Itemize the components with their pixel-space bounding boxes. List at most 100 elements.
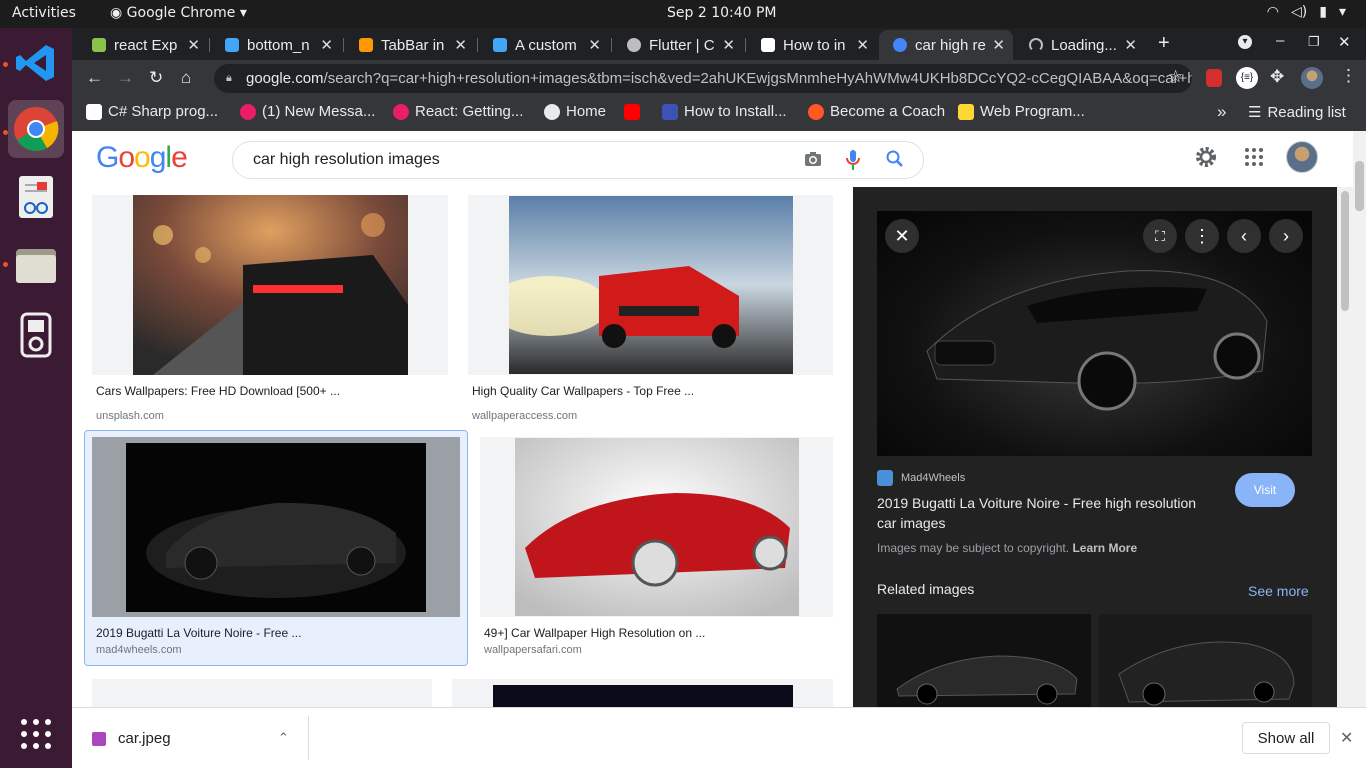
google-logo[interactable]: Google [96, 141, 188, 175]
extension-json-icon[interactable]: {≡} [1236, 67, 1258, 89]
more-options-button[interactable]: ⋮ [1185, 219, 1219, 253]
bookmark-2[interactable]: React: Getting... [393, 103, 523, 120]
result-source[interactable]: wallpaperaccess.com [472, 410, 577, 422]
camera-search-icon[interactable] [803, 150, 823, 168]
search-input[interactable] [253, 151, 773, 169]
result-source[interactable]: wallpapersafari.com [484, 644, 582, 656]
results-scrollbar[interactable] [1337, 187, 1353, 707]
bookmark-star-icon[interactable]: ☆ [1168, 67, 1183, 87]
tab-6-active[interactable]: car high re ✕ [879, 30, 1013, 60]
microphone-icon[interactable] [845, 148, 861, 172]
show-all-downloads-button[interactable]: Show all [1242, 722, 1330, 754]
apps-grid-icon[interactable] [1244, 147, 1264, 167]
image-result-card-partial[interactable] [452, 679, 833, 707]
related-image[interactable] [877, 614, 1091, 707]
preview-title[interactable]: 2019 Bugatti La Voiture Noire - Free hig… [877, 493, 1196, 533]
tab-2[interactable]: TabBar in ✕ [345, 30, 475, 60]
settings-gear-icon[interactable] [1194, 145, 1218, 169]
previous-image-button[interactable]: ‹ [1227, 219, 1261, 253]
download-item[interactable]: car.jpeg [92, 730, 171, 747]
see-more-link[interactable]: See more [1248, 583, 1309, 599]
scrollbar-thumb[interactable] [1355, 161, 1364, 211]
tab-title: bottom_n [247, 36, 310, 54]
close-tab-icon[interactable]: ✕ [722, 36, 735, 54]
more-bookmarks-button[interactable]: » [1217, 102, 1226, 122]
result-title[interactable]: Cars Wallpapers: Free HD Download [500+ … [96, 384, 340, 398]
profile-avatar[interactable] [1301, 67, 1323, 89]
account-avatar[interactable] [1286, 141, 1318, 173]
close-tab-icon[interactable]: ✕ [992, 36, 1005, 54]
minimize-window-icon[interactable]: – [1276, 32, 1284, 49]
close-tab-icon[interactable]: ✕ [454, 36, 467, 54]
car-thumbnail-image[interactable] [515, 438, 799, 616]
tab-1[interactable]: bottom_n ✕ [211, 30, 341, 60]
address-bar[interactable]: 🔒︎ google.com/search?q=car+high+resoluti… [214, 64, 1192, 93]
tab-4[interactable]: Flutter | C ✕ [613, 30, 743, 60]
bookmark-5[interactable]: Become a Coach [808, 103, 945, 120]
close-tab-icon[interactable]: ✕ [1124, 36, 1137, 54]
image-result-card-selected[interactable]: 2019 Bugatti La Voiture Noire - Free ...… [84, 430, 468, 666]
back-icon[interactable]: ← [86, 68, 103, 88]
bookmark-4[interactable]: How to Install... [624, 103, 787, 120]
app-menu[interactable]: ◉ Google Chrome ▾ [110, 5, 247, 21]
car-thumbnail-image[interactable] [126, 443, 426, 612]
close-tab-icon[interactable]: ✕ [187, 36, 200, 54]
clock[interactable]: Sep 2 10:40 PM [667, 5, 777, 21]
close-download-bar-icon[interactable]: ✕ [1340, 728, 1353, 748]
files-launcher[interactable] [8, 236, 64, 294]
result-source[interactable]: unsplash.com [96, 410, 164, 422]
page-scrollbar[interactable] [1353, 131, 1366, 707]
media-player-launcher[interactable] [8, 306, 64, 364]
result-source[interactable]: mad4wheels.com [96, 644, 182, 656]
close-tab-icon[interactable]: ✕ [856, 36, 869, 54]
close-tab-icon[interactable]: ✕ [320, 36, 333, 54]
maximize-window-icon[interactable]: ❐ [1308, 34, 1320, 50]
home-icon[interactable]: ⌂ [181, 68, 191, 88]
learn-more-link[interactable]: Learn More [1072, 541, 1137, 555]
forward-icon[interactable]: → [117, 68, 134, 88]
car-thumbnail-image[interactable] [493, 685, 793, 707]
bookmark-0[interactable]: C# Sharp prog... [86, 103, 218, 120]
result-title[interactable]: 2019 Bugatti La Voiture Noire - Free ... [96, 626, 301, 640]
extension-red-icon[interactable] [1206, 69, 1222, 87]
new-tab-icon[interactable]: + [1158, 32, 1170, 55]
tab-5[interactable]: How to in ✕ [747, 30, 877, 60]
tab-0[interactable]: react Exp ✕ [78, 30, 208, 60]
image-result-card[interactable]: High Quality Car Wallpapers - Top Free .… [468, 195, 833, 422]
document-viewer-launcher[interactable] [8, 168, 64, 226]
image-result-card[interactable]: Cars Wallpapers: Free HD Download [500+ … [92, 195, 448, 422]
reading-list-button[interactable]: ☰ Reading list [1248, 103, 1346, 122]
google-lens-button[interactable]: ⛶ [1143, 219, 1177, 253]
tab-7[interactable]: Loading... ✕ [1015, 30, 1145, 60]
chevron-up-icon[interactable]: ⌃ [278, 730, 289, 746]
vscode-launcher[interactable] [8, 34, 64, 92]
close-preview-button[interactable]: ✕ [885, 219, 919, 253]
browser-toolbar: ← → ↻ ⌂ 🔒︎ google.com/search?q=car+high+… [72, 60, 1366, 98]
bookmark-1[interactable]: (1) New Messa... [240, 103, 375, 120]
car-thumbnail-image[interactable] [509, 196, 793, 374]
tab-search-icon[interactable]: ▾ [1238, 35, 1252, 49]
chrome-launcher[interactable] [8, 100, 64, 158]
result-title[interactable]: 49+] Car Wallpaper High Resolution on ..… [484, 626, 705, 640]
source-site-row[interactable]: Mad4Wheels [877, 470, 965, 486]
search-icon[interactable] [885, 149, 905, 169]
close-window-icon[interactable]: ✕ [1338, 33, 1351, 51]
image-result-card[interactable]: 49+] Car Wallpaper High Resolution on ..… [480, 437, 833, 661]
bookmark-6[interactable]: Web Program... [958, 103, 1085, 120]
show-applications-icon[interactable] [20, 718, 52, 753]
image-result-card-partial[interactable] [92, 679, 432, 707]
tab-3[interactable]: A custom ✕ [479, 30, 609, 60]
result-title[interactable]: High Quality Car Wallpapers - Top Free .… [472, 384, 694, 398]
bookmark-3[interactable]: Home [544, 103, 606, 120]
activities-button[interactable]: Activities [12, 5, 76, 21]
next-image-button[interactable]: › [1269, 219, 1303, 253]
related-image[interactable] [1099, 614, 1312, 707]
scrollbar-thumb[interactable] [1341, 191, 1349, 311]
reload-icon[interactable]: ↻ [149, 68, 163, 88]
close-tab-icon[interactable]: ✕ [588, 36, 601, 54]
system-tray[interactable]: ◠ ◁) ▮ ▾ [1267, 4, 1346, 20]
extensions-puzzle-icon[interactable]: ✥ [1270, 67, 1284, 87]
visit-button[interactable]: Visit [1235, 473, 1295, 507]
car-thumbnail-image[interactable] [133, 195, 408, 375]
browser-menu-icon[interactable]: ⋮ [1340, 66, 1357, 86]
